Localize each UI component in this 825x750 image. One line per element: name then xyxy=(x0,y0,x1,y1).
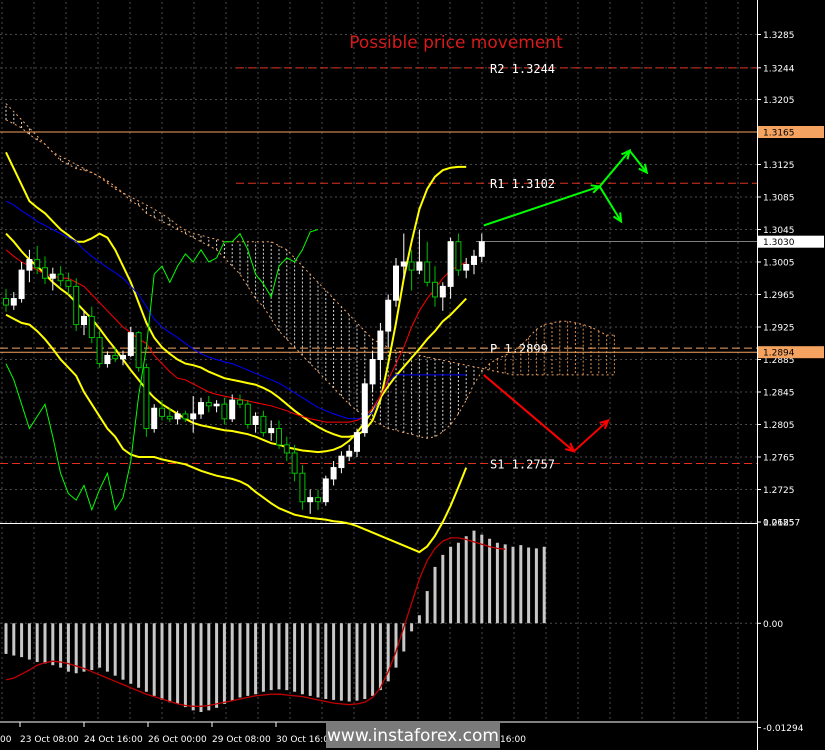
candle-body xyxy=(400,261,407,267)
candle-body xyxy=(330,467,337,480)
candle-body xyxy=(174,413,181,420)
candle-body xyxy=(439,285,446,298)
y-tick-label: 1.3244 xyxy=(763,64,795,74)
candle-body xyxy=(81,315,87,326)
x-tick-label: 00 xyxy=(0,735,12,745)
candle-body xyxy=(268,428,275,434)
price-chart: R2 1.3244 R1 1.3102 P 1.2899 S1 1.2757 1.32… xyxy=(0,0,825,750)
price-tag-label: 1.3165 xyxy=(763,129,795,139)
candle-body xyxy=(151,407,158,430)
candle-body xyxy=(221,403,228,420)
candle-body xyxy=(96,337,103,365)
osc-tick-label: -0.01294 xyxy=(763,724,804,734)
candle-body xyxy=(432,281,438,298)
candle-body xyxy=(338,455,345,469)
candle-body xyxy=(120,354,126,360)
candle-body xyxy=(291,452,298,474)
candle-body xyxy=(73,285,80,326)
candle-body xyxy=(283,444,290,454)
candle-body xyxy=(182,413,189,420)
candle-body xyxy=(26,259,33,271)
osc-tick-label: 0.00 xyxy=(763,620,783,630)
level-label-s1: S1 1.2757 xyxy=(490,458,555,472)
candle-body xyxy=(213,403,220,407)
candle-body xyxy=(18,269,25,300)
candle-body xyxy=(166,415,173,420)
level-label-p: P 1.2899 xyxy=(490,342,548,356)
candle-body xyxy=(424,261,431,283)
y-tick-label: 1.3045 xyxy=(763,226,795,236)
y-tick-label: 1.3085 xyxy=(763,194,795,204)
candle-body xyxy=(143,367,150,430)
x-tick-label: 26 Oct 00:00 xyxy=(148,735,207,745)
y-tick-label: 1.3125 xyxy=(763,161,795,171)
candle-body xyxy=(190,413,197,420)
price-tag-label: 1.3030 xyxy=(763,238,795,248)
y-tick-label: 1.2805 xyxy=(763,421,795,431)
candle-body xyxy=(385,299,392,332)
x-tick-label: 29 Oct 08:00 xyxy=(212,735,271,745)
candle-body xyxy=(416,261,423,271)
y-tick-label: 1.2845 xyxy=(763,389,795,399)
watermark: www.instaforex.com xyxy=(326,722,500,748)
candle-body xyxy=(3,298,9,306)
candle-body xyxy=(198,402,204,415)
candle-body xyxy=(369,359,376,385)
candle-body xyxy=(244,403,251,425)
candle-body xyxy=(377,330,384,360)
candle-body xyxy=(478,241,485,257)
candle-body xyxy=(252,415,259,425)
candle-body xyxy=(205,402,212,407)
price-tag-label: 1.2894 xyxy=(763,349,795,359)
candle-body xyxy=(57,273,64,282)
candle-body xyxy=(127,332,134,356)
candle-body xyxy=(299,472,306,503)
chart-title: Possible price movement xyxy=(349,33,563,53)
candle-body xyxy=(237,399,243,405)
osc-tick-label: 0.01257 xyxy=(763,519,800,529)
candle-body xyxy=(104,354,111,365)
candle-body xyxy=(42,267,48,279)
x-tick-label: 23 Oct 08:00 xyxy=(20,735,79,745)
candle-body xyxy=(88,315,95,339)
y-tick-label: 1.3285 xyxy=(763,31,795,41)
candle-body xyxy=(307,497,314,503)
y-tick-label: 1.2725 xyxy=(763,486,795,496)
y-tick-label: 1.2765 xyxy=(763,454,795,464)
candle-body xyxy=(276,428,282,446)
candle-body xyxy=(346,450,353,457)
y-tick-label: 1.3005 xyxy=(763,259,795,269)
candle-body xyxy=(135,332,142,369)
y-tick-label: 1.2965 xyxy=(763,291,795,301)
x-tick-label: 24 Oct 16:00 xyxy=(84,735,143,745)
y-tick-label: 1.2925 xyxy=(763,324,795,334)
candle-body xyxy=(322,478,329,503)
x-tick-label: 16:00 xyxy=(500,735,526,745)
candle-body xyxy=(229,399,236,420)
level-label-r1: R1 1.3102 xyxy=(490,177,555,191)
candle-body xyxy=(65,280,72,287)
candle-body xyxy=(393,265,399,301)
candle-body xyxy=(455,241,462,271)
candle-body xyxy=(315,497,321,503)
candle-body xyxy=(10,298,17,306)
candle-body xyxy=(361,383,368,434)
candle-body xyxy=(260,415,267,434)
candle-body xyxy=(463,263,470,271)
candle-body xyxy=(447,241,454,287)
candle-body xyxy=(49,273,56,279)
candle-body xyxy=(408,261,415,271)
y-tick-label: 1.3205 xyxy=(763,96,795,106)
candle-body xyxy=(471,255,477,265)
candle-body xyxy=(112,354,119,360)
candle-body xyxy=(34,259,41,269)
level-label-r2: R2 1.3244 xyxy=(490,62,555,76)
watermark-text: www.instaforex.com xyxy=(327,726,499,746)
candle-body xyxy=(159,407,165,417)
candle-body xyxy=(354,432,360,452)
